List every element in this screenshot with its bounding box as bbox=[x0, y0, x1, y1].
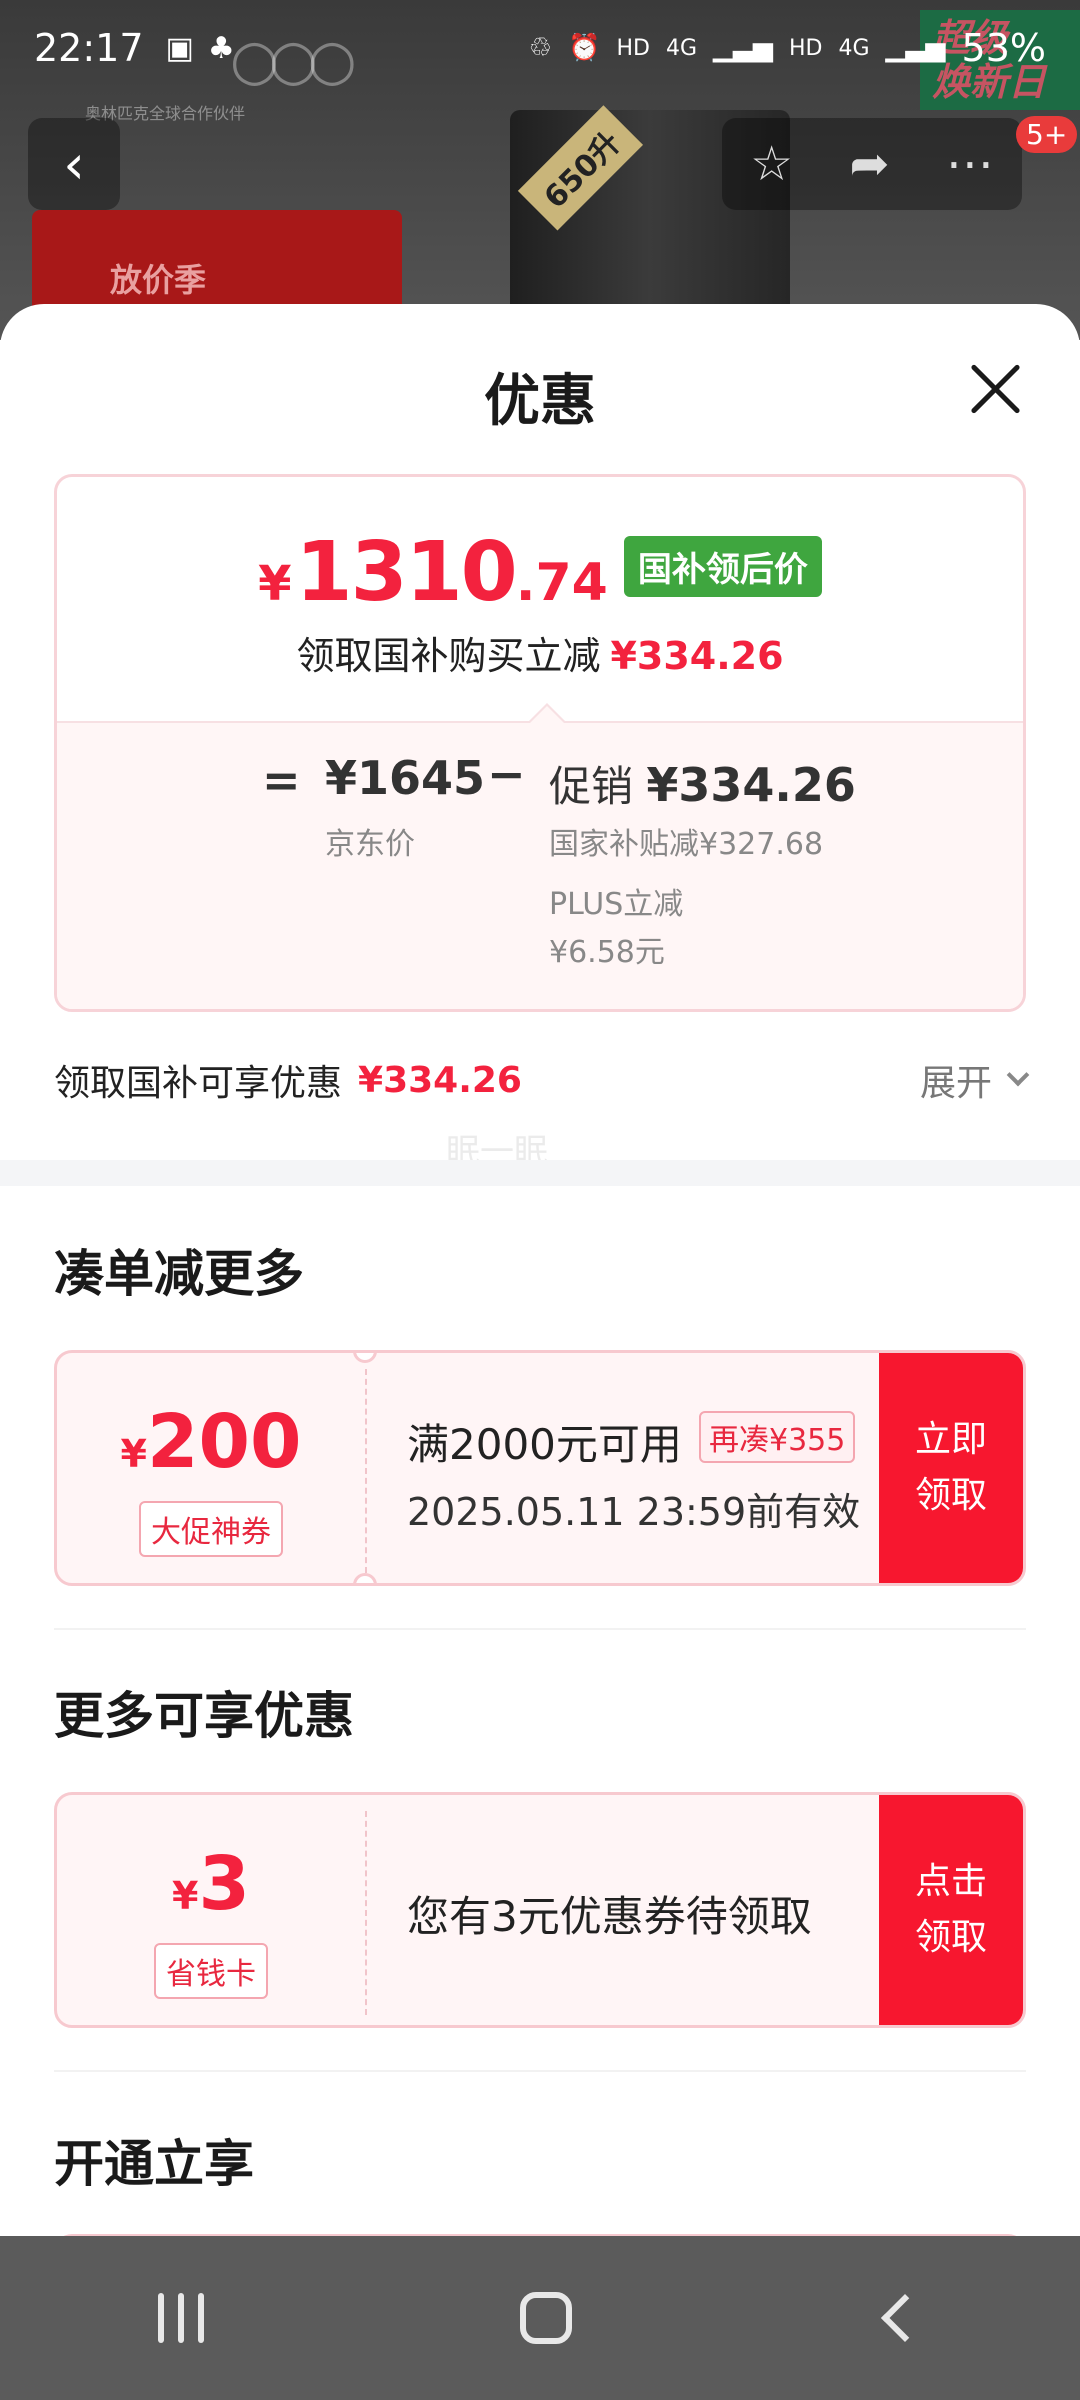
network-type-2: 4G bbox=[838, 35, 870, 61]
divider bbox=[54, 2070, 1026, 2072]
coupon-expiry: 2025.05.11 23:59前有效 bbox=[407, 1490, 861, 1534]
promotion-value: ¥334.26 bbox=[646, 758, 856, 812]
hd-label-2: HD bbox=[789, 35, 823, 61]
coupon-details: 您有3元优惠券待领取 bbox=[407, 1795, 867, 2025]
subsidy-summary-row: 领取国补可享优惠 ¥334.26 展开 bbox=[54, 1050, 1030, 1110]
equals-sign: = bbox=[262, 753, 301, 807]
summary-value: ¥334.26 bbox=[358, 1059, 522, 1101]
open-section-title: 开通立享 bbox=[54, 2135, 254, 2193]
chevron-left-icon: ‹ bbox=[63, 132, 85, 196]
battery-level: 53% bbox=[961, 26, 1046, 70]
coupon-description: 您有3元优惠券待领取 bbox=[407, 1892, 812, 1941]
summary-label: 领取国补可享优惠 bbox=[54, 1063, 343, 1104]
signal-icon-2: ▁▃▅ bbox=[885, 33, 946, 63]
chevron-down-icon bbox=[1006, 1063, 1030, 1087]
coupon-notch-bottom bbox=[353, 1573, 377, 1583]
national-subsidy-line: 国家补贴减¥327.68 bbox=[549, 827, 824, 862]
jd-price-label: 京东价 bbox=[325, 827, 415, 862]
more-icon[interactable]: ⋯ bbox=[946, 136, 994, 192]
coupon-card-200: ¥200 大促神券 满2000元可用 再凑¥355 2025.05.11 23:… bbox=[54, 1350, 1026, 1586]
coupon-dashed-divider bbox=[365, 1369, 367, 1573]
app-notification-icon: ♣ bbox=[207, 30, 235, 66]
jd-price-value: ¥1645 bbox=[325, 751, 486, 805]
price-decimal: .74 bbox=[515, 553, 608, 613]
price-summary-card: ¥ 1310 .74 国补领后价 领取国补购买立减 ¥334.26 = ¥1645… bbox=[54, 474, 1026, 1012]
plus-discount-label: PLUS立减 bbox=[549, 887, 684, 922]
header-actions: ☆ ➦ ⋯ bbox=[722, 118, 1022, 210]
alarm-icon: ⏰ bbox=[568, 33, 601, 63]
divider bbox=[54, 1628, 1026, 1630]
more-section-title: 更多可享优惠 bbox=[54, 1687, 354, 1745]
coupon-condition: 满2000元可用 bbox=[407, 1420, 682, 1469]
combine-section-title: 凑单减更多 bbox=[54, 1245, 304, 1303]
price-integer: 1310 bbox=[295, 525, 518, 620]
home-icon[interactable] bbox=[520, 2292, 572, 2344]
status-time: 22:17 bbox=[34, 26, 144, 70]
system-back-icon[interactable] bbox=[880, 2293, 930, 2343]
recents-icon[interactable] bbox=[158, 2293, 204, 2343]
status-bar: 22:17 ▣ ♣ ♲ ⏰ HD 4G ▁▃▅ HD 4G ▁▃▅ 53% bbox=[0, 0, 1080, 96]
subsidy-price-tag: 国补领后价 bbox=[623, 536, 822, 597]
final-price-section: ¥ 1310 .74 国补领后价 领取国补购买立减 ¥334.26 bbox=[57, 477, 1023, 721]
subsidy-saving-text: 领取国补购买立减 ¥334.26 bbox=[296, 634, 784, 678]
network-type: 4G bbox=[665, 35, 697, 61]
message-count-badge: 5+ bbox=[1016, 116, 1078, 153]
claim-coupon-button[interactable]: 点击 领取 bbox=[879, 1795, 1023, 2025]
coupon-details: 满2000元可用 再凑¥355 2025.05.11 23:59前有效 bbox=[407, 1353, 867, 1583]
share-icon[interactable]: ➦ bbox=[849, 136, 889, 192]
final-price: ¥ 1310 .74 国补领后价 bbox=[57, 525, 1023, 620]
coupon-type-badge: 省钱卡 bbox=[154, 1943, 268, 1999]
coupon-card-3: ¥3 省钱卡 您有3元优惠券待领取 点击 领取 bbox=[54, 1792, 1026, 2028]
discount-sheet: 优惠 ¥ 1310 .74 国补领后价 领取国补购买立减 ¥334.26 = ¥1… bbox=[0, 304, 1080, 2236]
subsidy-saving-value: ¥334.26 bbox=[610, 634, 784, 678]
hd-label: HD bbox=[616, 35, 650, 61]
section-separator bbox=[0, 1160, 1080, 1186]
promo-banner-text: 放价季 bbox=[110, 261, 207, 299]
promotion-line: 促销 ¥334.26 bbox=[549, 758, 856, 812]
sheet-title: 优惠 bbox=[484, 369, 596, 434]
coupon-amount: ¥200 bbox=[120, 1399, 302, 1485]
close-icon[interactable] bbox=[960, 354, 1030, 424]
screenshot-icon: ▣ bbox=[165, 30, 194, 66]
coupon-value-area: ¥3 省钱卡 bbox=[57, 1795, 365, 2025]
star-icon[interactable]: ☆ bbox=[750, 136, 793, 192]
claim-coupon-button[interactable]: 立即 领取 bbox=[879, 1353, 1023, 1583]
back-button[interactable]: ‹ bbox=[28, 118, 120, 210]
recycle-icon: ♲ bbox=[528, 33, 553, 63]
coupon-dashed-divider bbox=[365, 1811, 367, 2015]
coupon-type-badge: 大促神券 bbox=[139, 1501, 283, 1557]
price-breakdown: = ¥1645 京东价 − 促销 ¥334.26 国家补贴减¥327.68 PL… bbox=[57, 703, 1023, 1009]
coupon-extra-needed: 再凑¥355 bbox=[699, 1411, 856, 1463]
system-navigation-bar bbox=[0, 2236, 1080, 2400]
status-indicators: ♲ ⏰ HD 4G ▁▃▅ HD 4G ▁▃▅ 53% bbox=[529, 26, 1046, 70]
coupon-value-area: ¥200 大促神券 bbox=[57, 1353, 365, 1583]
expand-button[interactable]: 展开 bbox=[920, 1054, 1030, 1106]
price-currency: ¥ bbox=[258, 556, 292, 612]
signal-icon: ▁▃▅ bbox=[713, 33, 773, 63]
coupon-amount: ¥3 bbox=[172, 1841, 250, 1927]
plus-discount-value: ¥6.58元 bbox=[549, 935, 665, 970]
minus-sign: − bbox=[487, 747, 526, 801]
